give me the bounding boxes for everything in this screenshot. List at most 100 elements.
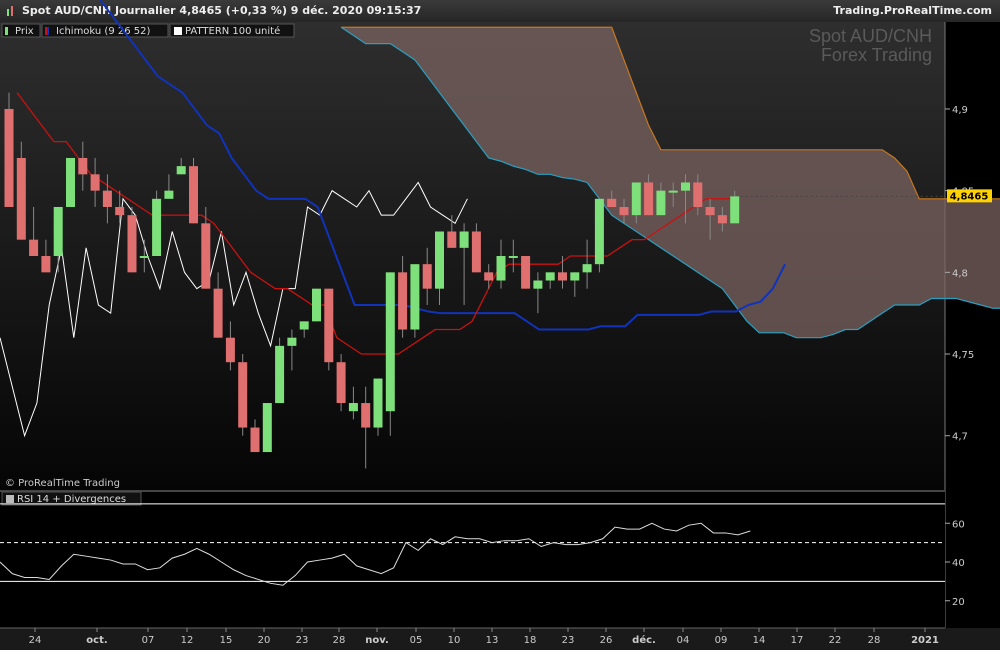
candle-bear — [521, 256, 531, 289]
rsi-panel-background — [0, 492, 945, 628]
copyright-text: © ProRealTime Trading — [5, 478, 120, 489]
candle-bull — [373, 378, 383, 428]
candle-bull — [533, 280, 543, 289]
candle-bull — [631, 182, 641, 216]
candle-bull — [681, 182, 690, 191]
candle-bear — [16, 157, 26, 240]
candle-bear — [127, 215, 137, 273]
x-tick-label: nov. — [365, 635, 389, 646]
y-axis-area — [945, 22, 1000, 650]
candle-bear — [41, 256, 51, 273]
x-tick-label: 28 — [868, 635, 881, 646]
x-tick-label: 13 — [486, 635, 499, 646]
ichimoku-icon — [45, 27, 47, 35]
ichimoku-icon-part — [47, 27, 49, 35]
candle-bear — [558, 272, 567, 281]
candle-bull — [668, 190, 678, 193]
candle-bull — [262, 403, 272, 453]
candle-bear — [619, 206, 629, 216]
candle-bull — [348, 403, 358, 412]
candle-bull — [312, 288, 321, 322]
candle-bear — [324, 288, 334, 363]
legend-label-pattern: PATTERN 100 unité — [185, 25, 280, 37]
candle-bear — [90, 174, 100, 191]
x-tick-label: 24 — [29, 635, 42, 646]
x-tick-label: 12 — [181, 635, 194, 646]
candle-bull — [435, 231, 444, 289]
axis-corner — [945, 628, 1000, 650]
candle-bull — [385, 272, 395, 412]
candle-bear — [484, 272, 494, 281]
candle-bull — [139, 256, 149, 258]
legend-label-price: Prix — [15, 26, 34, 37]
candle-bear — [361, 403, 371, 428]
candle-bull — [496, 256, 506, 281]
candle-bull — [545, 272, 555, 281]
price-tick-label: 4,9 — [952, 105, 968, 116]
x-tick-label: 23 — [562, 635, 575, 646]
x-tick-label: 22 — [829, 635, 842, 646]
x-tick-label: 20 — [258, 635, 271, 646]
candle-bear — [693, 182, 703, 207]
rsi-tick-label: 60 — [952, 519, 965, 530]
candle-bull — [582, 264, 592, 273]
candle-bull — [459, 231, 469, 248]
x-tick-label: 05 — [410, 635, 423, 646]
candle-bear — [115, 206, 125, 216]
candle-bear — [250, 427, 260, 453]
candle-bull — [730, 196, 740, 224]
candle-bear — [238, 362, 248, 428]
candle-bull — [656, 190, 666, 216]
candle-bull — [570, 272, 580, 281]
candle-bull — [299, 321, 309, 330]
rsi-tick-label: 40 — [952, 558, 965, 569]
x-tick-label: 2021 — [911, 635, 939, 646]
rsi-tick-label: 20 — [952, 597, 965, 608]
candle-bull — [275, 345, 285, 404]
candle-bear — [213, 288, 223, 338]
price-tick-label: 4,8 — [952, 268, 968, 279]
x-tick-label: 18 — [524, 635, 537, 646]
candle-bear — [201, 223, 211, 289]
candle-bear — [607, 198, 617, 207]
x-tick-label: 17 — [791, 635, 804, 646]
x-tick-label: 28 — [333, 635, 346, 646]
trading-chart-window: Spot AUD/CNH Journalier 4,8465 (+0,33 %)… — [0, 0, 1000, 650]
candle-bear — [4, 108, 14, 207]
candle-bear — [644, 182, 654, 216]
candle-bull — [410, 264, 420, 330]
price-tick-label: 4,75 — [952, 350, 974, 361]
x-tick-label: 10 — [448, 635, 461, 646]
candle-bear — [717, 215, 727, 224]
legend: Prix Ichimoku (9 26 52) PATTERN 100 unit… — [1, 23, 295, 38]
rsi-legend-label: RSI 14 + Divergences — [17, 494, 126, 505]
current-price-label: 4,8465 — [950, 191, 989, 202]
white-square-icon — [174, 27, 182, 35]
candle-bull — [594, 198, 604, 265]
price-tick-label: 4,7 — [952, 432, 968, 443]
x-tick-label: 14 — [753, 635, 766, 646]
candle-bear — [29, 239, 39, 256]
x-tick-label: 15 — [220, 635, 233, 646]
candle-bull — [176, 166, 186, 175]
candle-bear — [102, 190, 112, 207]
panel-separator[interactable] — [0, 490, 945, 492]
candle-bear — [78, 157, 88, 175]
candle-bull — [164, 190, 174, 199]
candle-bear — [471, 231, 481, 273]
candles-icon — [5, 27, 8, 35]
x-tick-label: 26 — [600, 635, 613, 646]
rsi-square-icon — [6, 495, 14, 503]
x-tick-label: déc. — [632, 634, 656, 646]
current-price-tag: 4,8465 — [947, 189, 992, 203]
candle-bear — [705, 206, 715, 216]
candle-bear — [225, 337, 235, 363]
x-tick-label: 07 — [142, 635, 155, 646]
candle-bull — [53, 206, 63, 256]
candle-bear — [398, 272, 408, 330]
x-tick-label: 23 — [296, 635, 309, 646]
candle-bear — [422, 264, 432, 289]
chart-canvas[interactable]: Spot AUD/CNH Forex Trading Prix Ichimoku… — [0, 0, 1000, 650]
candle-bear — [336, 362, 346, 404]
watermark-line2: Forex Trading — [821, 45, 932, 65]
